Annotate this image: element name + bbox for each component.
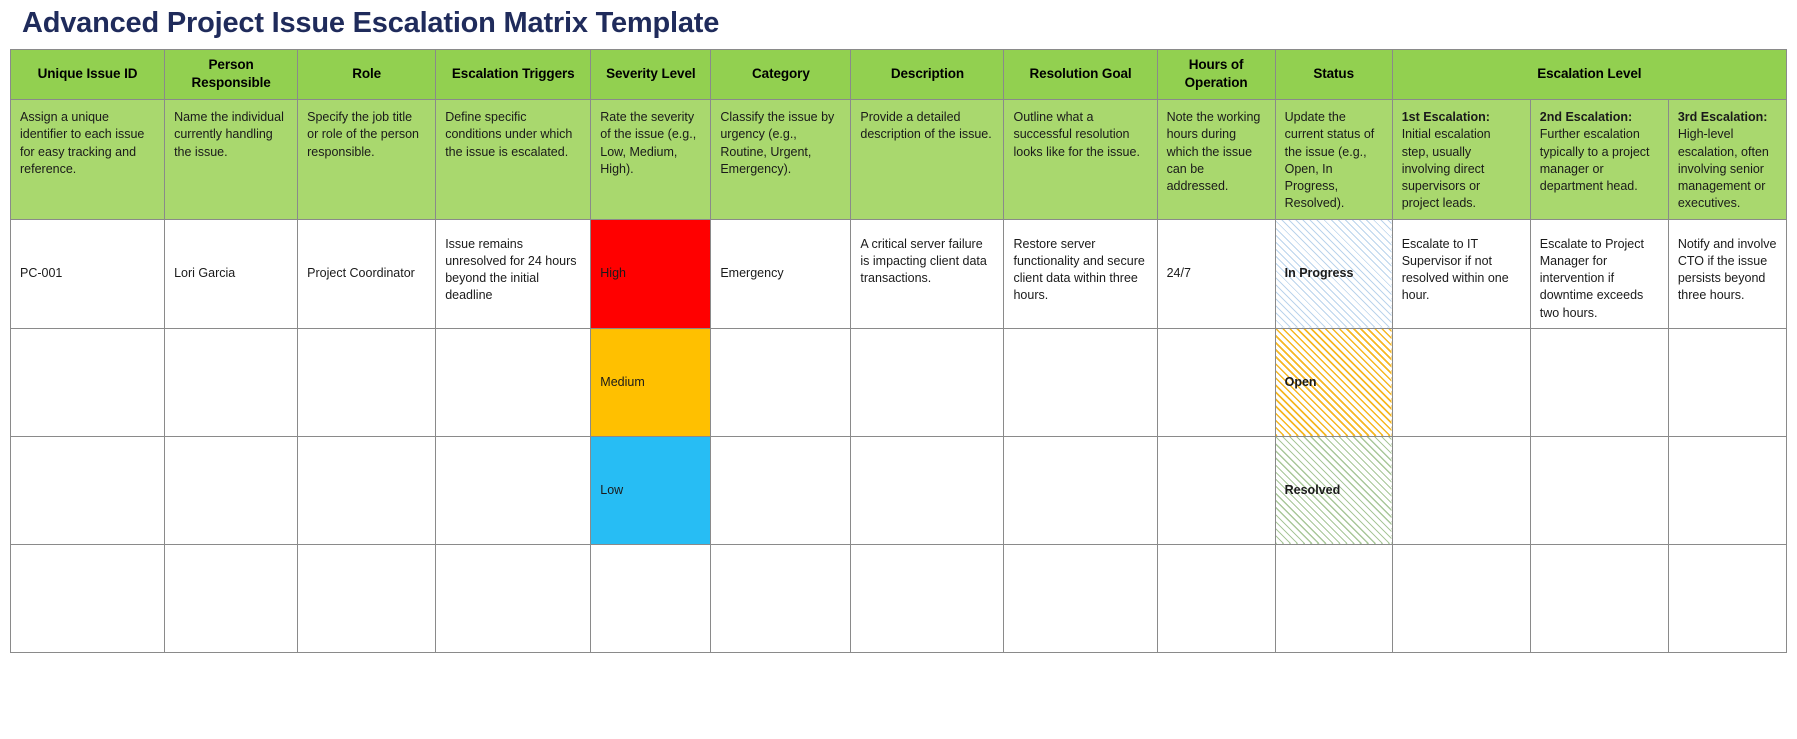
- page-title: Advanced Project Issue Escalation Matrix…: [22, 7, 720, 39]
- guidance-escalation-1-text: Initial escalation step, usually involvi…: [1401, 127, 1491, 211]
- cell-escalation-1[interactable]: Escalate to IT Supervisor if not resolve…: [1391, 218, 1531, 329]
- status-badge[interactable]: Resolved: [1274, 435, 1393, 545]
- cell-escalation-1[interactable]: [1391, 435, 1531, 545]
- cell-resolution-goal[interactable]: [1003, 543, 1158, 653]
- cell-description[interactable]: [850, 435, 1005, 545]
- cell-role[interactable]: [297, 435, 437, 545]
- guidance-escalation-3-text: High-level escalation, often involving s…: [1677, 127, 1769, 211]
- guidance-unique-issue-id: Assign a unique identifier to each issue…: [9, 99, 166, 220]
- guidance-person-responsible: Name the individual currently handling t…: [164, 99, 299, 220]
- cell-person-responsible[interactable]: [164, 327, 299, 437]
- status-badge[interactable]: In Progress: [1274, 218, 1393, 329]
- cell-unique-issue-id[interactable]: [9, 327, 166, 437]
- guidance-escalation-3-label: 3rd Escalation:: [1677, 110, 1768, 125]
- cell-category[interactable]: [710, 435, 852, 545]
- guidance-hours-of-operation: Note the working hours during which the …: [1156, 99, 1276, 220]
- cell-description[interactable]: A critical server failure is impacting c…: [850, 218, 1005, 329]
- cell-role[interactable]: Project Coordinator: [297, 218, 437, 329]
- cell-escalation-2[interactable]: [1529, 327, 1669, 437]
- cell-category[interactable]: [710, 327, 852, 437]
- col-header-person-responsible[interactable]: Person Responsible: [164, 48, 299, 101]
- guidance-escalation-3: 3rd Escalation: High-level escalation, o…: [1667, 99, 1788, 220]
- cell-description[interactable]: [850, 327, 1005, 437]
- col-header-unique-issue-id[interactable]: Unique Issue ID: [9, 48, 166, 101]
- cell-severity-level[interactable]: [590, 543, 712, 653]
- cell-category[interactable]: [710, 543, 852, 653]
- col-header-hours-of-operation[interactable]: Hours of Operation: [1156, 48, 1276, 101]
- escalation-matrix-table: Unique Issue ID Person Responsible Role …: [9, 48, 1788, 653]
- col-header-severity-level[interactable]: Severity Level: [590, 48, 712, 101]
- cell-escalation-triggers[interactable]: [435, 543, 592, 653]
- status-badge[interactable]: [1274, 543, 1393, 653]
- cell-severity-level[interactable]: Medium: [590, 327, 712, 437]
- cell-resolution-goal[interactable]: [1003, 435, 1158, 545]
- cell-escalation-3[interactable]: [1667, 543, 1788, 653]
- table-row: Low Resolved: [9, 435, 1788, 545]
- cell-escalation-2[interactable]: [1529, 435, 1669, 545]
- cell-person-responsible[interactable]: [164, 543, 299, 653]
- col-header-category[interactable]: Category: [710, 48, 852, 101]
- cell-hours-of-operation[interactable]: [1156, 435, 1276, 545]
- guidance-severity-level: Rate the severity of the issue (e.g., Lo…: [590, 99, 712, 220]
- cell-escalation-triggers[interactable]: Issue remains unresolved for 24 hours be…: [435, 218, 592, 329]
- col-header-role[interactable]: Role: [297, 48, 437, 101]
- cell-description[interactable]: [850, 543, 1005, 653]
- guidance-escalation-1: 1st Escalation: Initial escalation step,…: [1391, 99, 1531, 220]
- cell-escalation-2[interactable]: [1529, 543, 1669, 653]
- guidance-role: Specify the job title or role of the per…: [297, 99, 437, 220]
- cell-person-responsible[interactable]: [164, 435, 299, 545]
- guidance-escalation-1-label: 1st Escalation:: [1401, 110, 1490, 125]
- cell-escalation-2[interactable]: Escalate to Project Manager for interven…: [1529, 218, 1669, 329]
- cell-hours-of-operation[interactable]: 24/7: [1156, 218, 1276, 329]
- col-header-escalation-level[interactable]: Escalation Level: [1391, 48, 1788, 101]
- col-header-status[interactable]: Status: [1274, 48, 1393, 101]
- cell-hours-of-operation[interactable]: [1156, 327, 1276, 437]
- table-row: [9, 543, 1788, 653]
- cell-resolution-goal[interactable]: [1003, 327, 1158, 437]
- col-header-escalation-triggers[interactable]: Escalation Triggers: [435, 48, 592, 101]
- guidance-escalation-2-label: 2nd Escalation:: [1539, 110, 1633, 125]
- cell-person-responsible[interactable]: Lori Garcia: [164, 218, 299, 329]
- cell-severity-level[interactable]: High: [590, 218, 712, 329]
- guidance-escalation-triggers: Define specific conditions under which t…: [435, 99, 592, 220]
- table-row: PC-001 Lori Garcia Project Coordinator I…: [9, 218, 1788, 329]
- cell-unique-issue-id[interactable]: PC-001: [9, 218, 166, 329]
- cell-hours-of-operation[interactable]: [1156, 543, 1276, 653]
- cell-escalation-1[interactable]: [1391, 543, 1531, 653]
- status-badge[interactable]: Open: [1274, 327, 1393, 437]
- guidance-category: Classify the issue by urgency (e.g., Rou…: [710, 99, 852, 220]
- cell-escalation-3[interactable]: Notify and involve CTO if the issue pers…: [1667, 218, 1788, 329]
- cell-escalation-3[interactable]: [1667, 435, 1788, 545]
- cell-unique-issue-id[interactable]: [9, 435, 166, 545]
- col-header-description[interactable]: Description: [850, 48, 1005, 101]
- guidance-escalation-2-text: Further escalation typically to a projec…: [1539, 127, 1650, 194]
- table-header-row: Unique Issue ID Person Responsible Role …: [9, 48, 1788, 101]
- guidance-escalation-2: 2nd Escalation: Further escalation typic…: [1529, 99, 1669, 220]
- cell-category[interactable]: Emergency: [710, 218, 852, 329]
- cell-role[interactable]: [297, 327, 437, 437]
- col-header-resolution-goal[interactable]: Resolution Goal: [1003, 48, 1158, 101]
- cell-role[interactable]: [297, 543, 437, 653]
- cell-severity-level[interactable]: Low: [590, 435, 712, 545]
- template-page: Advanced Project Issue Escalation Matrix…: [0, 0, 1797, 739]
- guidance-status: Update the current status of the issue (…: [1274, 99, 1393, 220]
- cell-escalation-3[interactable]: [1667, 327, 1788, 437]
- guidance-row: Assign a unique identifier to each issue…: [9, 99, 1788, 220]
- cell-unique-issue-id[interactable]: [9, 543, 166, 653]
- cell-escalation-triggers[interactable]: [435, 327, 592, 437]
- guidance-description: Provide a detailed description of the is…: [850, 99, 1005, 220]
- cell-escalation-triggers[interactable]: [435, 435, 592, 545]
- table-row: Medium Open: [9, 327, 1788, 437]
- cell-escalation-1[interactable]: [1391, 327, 1531, 437]
- cell-resolution-goal[interactable]: Restore server functionality and secure …: [1003, 218, 1158, 329]
- guidance-resolution-goal: Outline what a successful resolution loo…: [1003, 99, 1158, 220]
